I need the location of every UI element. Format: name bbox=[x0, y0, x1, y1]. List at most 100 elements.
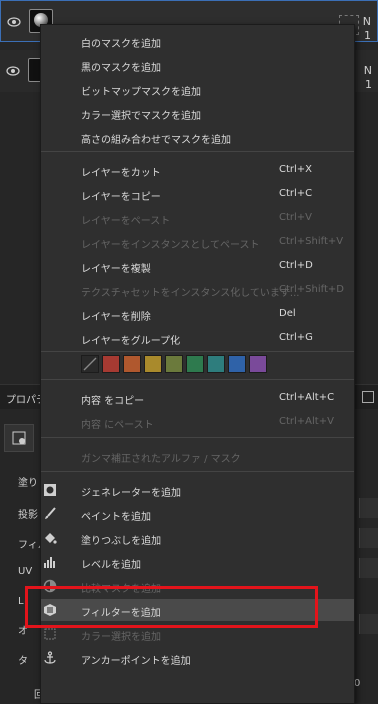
menu-item-label: カラー選択でマスクを追加 bbox=[81, 111, 201, 122]
menu-item-instantiate-texture-set: テクスチャセットをインスタンス化しています... Ctrl+Shift+D bbox=[41, 279, 354, 301]
menu-item-add-levels[interactable]: レベルを追加 bbox=[41, 551, 354, 573]
levels-icon bbox=[44, 557, 55, 568]
menu-separator bbox=[41, 437, 354, 438]
color-tag-swatch[interactable] bbox=[186, 355, 204, 373]
prop-label-l: L bbox=[18, 596, 24, 607]
dropdown-field[interactable] bbox=[359, 614, 378, 634]
menu-item-label: レイヤーをインスタンスとしてペースト bbox=[81, 240, 260, 251]
menu-item-add-bitmap-mask[interactable]: ビットマップマスクを追加 bbox=[41, 78, 354, 100]
color-tag-swatch[interactable] bbox=[102, 355, 120, 373]
color-tag-none-swatch[interactable] bbox=[81, 355, 99, 373]
menu-item-add-height-blend-mask[interactable]: 高さの組み合わせでマスクを追加 bbox=[41, 126, 354, 148]
prop-label-uv: UV bbox=[18, 566, 33, 577]
menu-item-label: 比較マスクを追加 bbox=[81, 584, 161, 595]
generator-icon bbox=[44, 484, 56, 496]
menu-item-label: テクスチャセットをインスタンス化しています... bbox=[81, 288, 300, 299]
menu-item-add-fill[interactable]: 塗りつぶしを追加 bbox=[41, 527, 354, 549]
menu-item-add-color-selection: カラー選択を追加 bbox=[41, 623, 354, 645]
visibility-eye-icon[interactable] bbox=[7, 15, 21, 29]
dropdown-field[interactable] bbox=[359, 558, 378, 578]
menu-item-gamma-corrected-alpha: ガンマ補正されたアルファ / マスク bbox=[41, 445, 354, 467]
prop-label-ta: タ bbox=[18, 656, 28, 667]
menu-item-label: レイヤーをグループ化 bbox=[81, 336, 181, 347]
color-tag-swatch[interactable] bbox=[228, 355, 246, 373]
menu-item-group-layers[interactable]: レイヤーをグループ化 Ctrl+G bbox=[41, 327, 354, 349]
menu-item-add-paint[interactable]: ペイントを追加 bbox=[41, 503, 354, 525]
menu-item-label: レベルを追加 bbox=[81, 560, 141, 571]
fill-bucket-icon bbox=[45, 533, 57, 544]
prop-label-o: オ bbox=[18, 626, 28, 637]
menu-item-add-compare-mask: 比較マスクを追加 bbox=[41, 575, 354, 597]
dropdown-field[interactable] bbox=[359, 498, 378, 518]
menu-item-label: レイヤーを複製 bbox=[81, 264, 151, 275]
color-tag-swatch[interactable] bbox=[144, 355, 162, 373]
menu-separator bbox=[41, 351, 354, 352]
menu-item-label: 黒のマスクを追加 bbox=[81, 63, 161, 74]
menu-item-label: レイヤーをコピー bbox=[81, 192, 161, 203]
color-tag-swatch[interactable] bbox=[165, 355, 183, 373]
menu-item-shortcut: Ctrl+X bbox=[279, 164, 313, 175]
anchor-icon bbox=[44, 651, 56, 664]
layer-sub-partial: 1 bbox=[364, 29, 371, 42]
menu-item-label: ペイントを追加 bbox=[81, 512, 151, 523]
menu-separator bbox=[41, 379, 354, 380]
menu-item-label: フィルターを追加 bbox=[81, 608, 161, 619]
menu-item-paste-content: 内容 にペースト Ctrl+Alt+V bbox=[41, 411, 354, 433]
menu-item-shortcut: Ctrl+V bbox=[279, 212, 313, 223]
menu-item-shortcut: Ctrl+Alt+C bbox=[279, 392, 335, 403]
menu-separator bbox=[41, 151, 354, 152]
properties-tab[interactable] bbox=[4, 424, 34, 452]
dropdown-field[interactable] bbox=[359, 528, 378, 548]
menu-separator bbox=[41, 471, 354, 472]
menu-item-delete-layer[interactable]: レイヤーを削除 Del bbox=[41, 303, 354, 325]
menu-item-duplicate-layer[interactable]: レイヤーを複製 Ctrl+D bbox=[41, 255, 354, 277]
menu-item-add-anchor-point[interactable]: アンカーポイントを追加 bbox=[41, 647, 354, 669]
menu-item-label: カラー選択を追加 bbox=[81, 632, 161, 643]
menu-item-copy-layer[interactable]: レイヤーをコピー Ctrl+C bbox=[41, 183, 354, 205]
layer-sub-partial: 1 bbox=[365, 78, 372, 91]
menu-item-add-white-mask[interactable]: 白のマスクを追加 bbox=[41, 30, 354, 52]
settings-icon bbox=[12, 431, 26, 445]
color-tag-swatch[interactable] bbox=[207, 355, 225, 373]
paint-brush-icon bbox=[45, 507, 56, 519]
menu-item-label: ガンマ補正されたアルファ / マスク bbox=[81, 454, 241, 465]
menu-item-add-generator[interactable]: ジェネレーターを追加 bbox=[41, 479, 354, 501]
menu-item-label: 高さの組み合わせでマスクを追加 bbox=[81, 135, 231, 146]
menu-item-label: レイヤーをペースト bbox=[81, 216, 171, 227]
menu-item-shortcut: Ctrl+G bbox=[279, 332, 313, 343]
menu-item-label: レイヤーを削除 bbox=[81, 312, 151, 323]
filter-icon bbox=[44, 604, 56, 616]
color-tag-swatch[interactable] bbox=[123, 355, 141, 373]
menu-item-label: ビットマップマスクを追加 bbox=[81, 87, 201, 98]
menu-item-shortcut: Ctrl+D bbox=[279, 260, 313, 271]
menu-item-add-black-mask[interactable]: 黒のマスクを追加 bbox=[41, 54, 354, 76]
menu-item-shortcut: Ctrl+Shift+D bbox=[279, 284, 344, 295]
context-menu: 白のマスクを追加 黒のマスクを追加 ビットマップマスクを追加 カラー選択でマスク… bbox=[40, 24, 355, 704]
color-tag-swatch[interactable] bbox=[249, 355, 267, 373]
no-color-icon bbox=[83, 357, 97, 371]
menu-item-shortcut: Ctrl+Shift+V bbox=[279, 236, 344, 247]
menu-item-paste-layer: レイヤーをペースト Ctrl+V bbox=[41, 207, 354, 229]
menu-item-add-filter[interactable]: フィルターを追加 bbox=[41, 599, 354, 621]
menu-item-shortcut: Ctrl+C bbox=[279, 188, 313, 199]
visibility-eye-icon[interactable] bbox=[6, 64, 20, 78]
menu-item-label: レイヤーをカット bbox=[81, 168, 161, 179]
layer-name-partial: N bbox=[363, 64, 372, 77]
layer-name-partial: N bbox=[362, 15, 371, 28]
compare-mask-icon bbox=[43, 579, 57, 593]
menu-item-paste-as-instance: レイヤーをインスタンスとしてペースト Ctrl+Shift+V bbox=[41, 231, 354, 253]
prop-label-projection: 投影 bbox=[18, 510, 38, 521]
prop-label-fill: 塗り bbox=[18, 478, 38, 489]
color-selection-icon bbox=[44, 628, 56, 640]
menu-item-shortcut: Del bbox=[279, 308, 296, 319]
menu-item-add-color-selection-mask[interactable]: カラー選択でマスクを追加 bbox=[41, 102, 354, 124]
menu-item-label: アンカーポイントを追加 bbox=[81, 656, 191, 667]
menu-item-cut-layer[interactable]: レイヤーをカット Ctrl+X bbox=[41, 159, 354, 181]
expand-icon[interactable] bbox=[362, 391, 374, 403]
menu-item-label: 白のマスクを追加 bbox=[81, 39, 161, 50]
menu-item-label: 内容 にペースト bbox=[81, 420, 154, 431]
menu-item-copy-content[interactable]: 内容 をコピー Ctrl+Alt+C bbox=[41, 387, 354, 409]
menu-item-label: ジェネレーターを追加 bbox=[81, 488, 181, 499]
menu-item-shortcut: Ctrl+Alt+V bbox=[279, 416, 334, 427]
menu-item-label: 塗りつぶしを追加 bbox=[81, 536, 162, 547]
